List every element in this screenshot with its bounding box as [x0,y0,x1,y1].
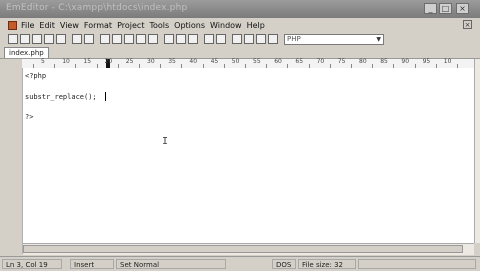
ruler-label: 55 [253,58,261,65]
status-empty [358,259,476,269]
syntax-mode-select[interactable]: PHP ▼ [284,33,384,45]
zoom-in-icon[interactable] [232,34,242,44]
ibeam-cursor-icon: I [162,136,169,147]
menu-file[interactable]: File [21,21,34,30]
ruler-label: 20 [104,58,113,65]
menu-help[interactable]: Help [247,21,265,30]
maximize-button[interactable]: □ [439,3,452,14]
ruler-label: 90 [401,58,410,65]
ruler-label: 85 [380,58,388,65]
save-all-icon[interactable] [44,34,54,44]
code-editor[interactable]: <?php substr_replace(); ?> I [23,68,474,243]
font-icon[interactable] [256,34,266,44]
horizontal-scrollbar[interactable] [23,243,474,255]
window-title: EmEditor - C:\xampp\htdocs\index.php [6,3,188,13]
ruler-label: 45 [210,58,219,65]
open-file-icon[interactable] [20,34,30,44]
ruler-label: 50 [231,58,240,65]
save-icon[interactable] [32,34,42,44]
bookmark-icon[interactable] [204,34,214,44]
title-bar[interactable]: EmEditor - C:\xampp\htdocs\index.php _ □… [0,0,480,18]
status-bar: Ln 3, Col 19 Insert Set Normal DOS File … [0,256,480,271]
ruler-label: 65 [295,58,304,65]
syntax-mode-value: PHP [287,34,301,43]
find-next-icon[interactable] [176,34,186,44]
vertical-scrollbar[interactable] [474,59,480,243]
print-preview-icon[interactable] [84,34,94,44]
zoom-out-icon[interactable] [244,34,254,44]
status-line-ending: DOS [272,259,296,269]
code-line: ?> [25,113,34,121]
code-line: <?php [25,72,47,80]
menu-edit[interactable]: Edit [39,21,55,30]
wrap-icon[interactable] [268,34,278,44]
scrollbar-thumb[interactable] [23,245,463,253]
app-icon[interactable] [8,20,17,30]
status-file-size: File size: 32 [298,259,356,269]
redo-icon[interactable] [148,34,158,44]
close-button[interactable]: × [456,3,469,14]
status-mode: Insert [70,259,114,269]
code-line: substr_replace(); [25,93,97,101]
status-position: Ln 3, Col 19 [2,259,62,269]
toolbar: PHP ▼ [0,32,480,46]
menu-project[interactable]: Project [117,21,144,30]
ruler-label: 80 [359,58,367,65]
menu-bar: File Edit View Format Project Tools Opti… [0,18,480,32]
text-caret [105,92,106,101]
ruler-label: 5 [41,58,45,65]
ruler-label: 75 [337,58,346,65]
ruler-label: 25 [125,58,134,65]
tab-index-php[interactable]: index.php [4,47,49,58]
paste-icon[interactable] [124,34,134,44]
chevron-down-icon: ▼ [376,35,381,43]
menu-format[interactable]: Format [84,21,112,30]
ruler-label: 60 [274,58,282,65]
ruler-label: 35 [168,58,176,65]
menu-window[interactable]: Window [210,21,242,30]
editor-window: EmEditor - C:\xampp\htdocs\index.php _ □… [0,0,480,271]
ruler-label: 95 [422,58,431,65]
cut-icon[interactable] [100,34,110,44]
minimize-button[interactable]: _ [424,3,437,14]
ruler-label: 15 [83,58,92,65]
menu-tools[interactable]: Tools [149,21,169,30]
menu-options[interactable]: Options [174,21,205,30]
ruler-label: 40 [189,58,198,65]
ruler-label: 10 [443,58,452,65]
find-icon[interactable] [164,34,174,44]
ruler-label: 10 [62,58,70,65]
new-file-icon[interactable] [8,34,18,44]
ruler-label: 30 [147,58,155,65]
tools-icon[interactable] [216,34,226,44]
document-close-icon[interactable]: × [463,20,472,29]
replace-icon[interactable] [188,34,198,44]
folder-icon[interactable] [56,34,66,44]
ruler-label: 70 [316,58,325,65]
copy-icon[interactable] [112,34,122,44]
status-style: Set Normal [116,259,226,269]
line-gutter[interactable] [0,68,23,254]
menu-view[interactable]: View [60,21,79,30]
undo-icon[interactable] [136,34,146,44]
print-icon[interactable] [72,34,82,44]
